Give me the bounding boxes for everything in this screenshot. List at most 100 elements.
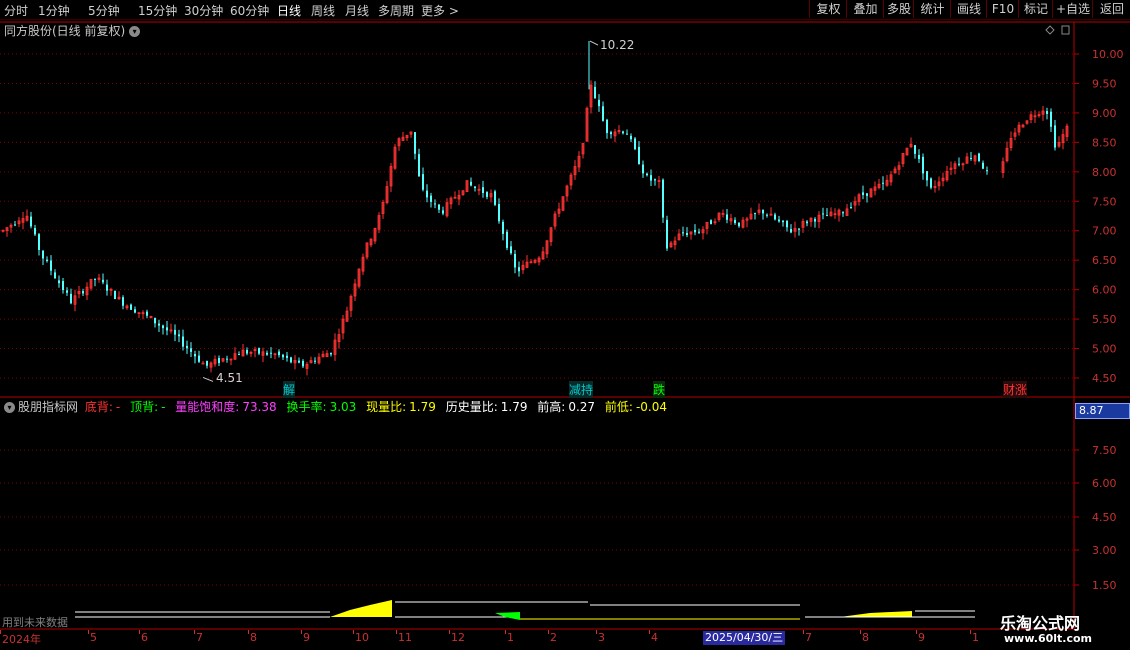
indicator-hist-volume-ratio: 历史量比: 1.79: [445, 400, 528, 414]
indicator-axis: 7.50 6.00 4.50 3.00 1.50: [1074, 444, 1117, 592]
period-tab-5min[interactable]: 5分钟: [88, 2, 120, 19]
candle-body: [814, 218, 816, 222]
price-tick-label: 8.50: [1092, 136, 1117, 149]
period-tab-multi[interactable]: 多周期: [378, 2, 414, 19]
period-tab-monthly[interactable]: 月线: [345, 2, 369, 19]
period-toolbar: 分时 1分钟 5分钟 15分钟 30分钟 60分钟 日线 周线 月线 多周期 更…: [0, 0, 1130, 20]
f10-button[interactable]: F10: [986, 0, 1019, 18]
candle-body: [94, 278, 96, 280]
date-axis-label: 9: [918, 631, 925, 644]
candle-body: [666, 219, 668, 249]
indicator-turnover-rate: 换手率: 3.03: [286, 400, 357, 414]
low-price-label: 4.51: [216, 371, 243, 385]
candle-body: [474, 186, 476, 189]
sub-tick-label: 3.00: [1092, 544, 1117, 557]
candle-body: [174, 329, 176, 335]
back-button[interactable]: 返回: [1092, 0, 1130, 18]
period-tab-30min[interactable]: 30分钟: [184, 2, 223, 19]
candle-body: [778, 219, 780, 222]
period-tab-60min[interactable]: 60分钟: [230, 2, 269, 19]
event-marker-reduce[interactable]: 减持: [569, 381, 594, 398]
candle-body: [314, 360, 316, 362]
candle-body: [630, 135, 632, 140]
candle-body: [926, 171, 928, 181]
candle-body: [930, 178, 932, 188]
candle-body: [422, 174, 424, 190]
current-price-box: 8.87: [1075, 403, 1130, 419]
period-tab-15min[interactable]: 15分钟: [138, 2, 177, 19]
candle-body: [190, 348, 192, 352]
scroll-icon: [1061, 25, 1070, 35]
add-favorite-button[interactable]: +自选: [1052, 0, 1093, 18]
candle-body: [58, 280, 60, 284]
indicator-name[interactable]: 股朋指标网: [18, 400, 78, 414]
date-axis: 2024年 5 6 7 8 9 10 11 12 1 2 3 4 7 8 9 1: [0, 630, 1075, 648]
candle-body: [194, 353, 196, 357]
candle-body: [114, 290, 116, 300]
date-axis-label: 11: [398, 631, 412, 644]
candle-body: [766, 214, 768, 216]
candle-body: [134, 309, 136, 313]
date-axis-tick: [916, 630, 917, 634]
candle-body: [662, 179, 664, 218]
period-tab-daily[interactable]: 日线: [277, 2, 301, 19]
indicator-info-bar: ▾ 股朋指标网 底背: - 顶背: - 量能饱和度: 73.38 换手率: 3.03 现量…: [4, 398, 673, 415]
restore-right-button[interactable]: 复权: [809, 0, 847, 18]
price-tick-label: 5.50: [1092, 313, 1117, 326]
candle-body: [686, 233, 688, 236]
candle-body: [982, 162, 984, 169]
period-tab-timeshare[interactable]: 分时: [4, 2, 28, 19]
candle-body: [106, 284, 108, 291]
candle-body: [414, 132, 416, 154]
candle-body: [246, 349, 248, 354]
candle-body: [178, 334, 180, 337]
candle-body: [30, 216, 32, 227]
candle-body: [162, 325, 164, 329]
mark-button[interactable]: 标记: [1018, 0, 1053, 18]
multi-stock-button[interactable]: 多股: [883, 0, 914, 18]
indicator-yellow-bar: [330, 600, 392, 617]
event-marker-finance[interactable]: 财涨: [1003, 381, 1028, 398]
candle-body: [166, 327, 168, 331]
period-tab-more[interactable]: 更多 >: [421, 2, 459, 19]
candle-body: [290, 357, 292, 363]
price-tick-label: 6.00: [1092, 284, 1117, 297]
overlay-button[interactable]: 叠加: [846, 0, 884, 18]
candle-body: [710, 220, 712, 225]
candle-body: [54, 272, 56, 279]
date-axis-label: 4: [651, 631, 658, 644]
candle-body: [158, 323, 160, 326]
candle-body: [774, 214, 776, 220]
price-tick-label: 5.00: [1092, 343, 1117, 356]
candle-body: [102, 279, 104, 283]
candle-body: [502, 221, 504, 234]
high-arrow-icon: [589, 40, 599, 46]
candle-body: [514, 253, 516, 268]
candle-body: [278, 351, 280, 356]
candle-body: [922, 156, 924, 174]
candle-body: [638, 146, 640, 165]
kline-chart[interactable]: 10.00 9.50 9.00 8.50 8.00 7.50 7.00 6.50 6.00 5.5…: [0, 20, 1130, 650]
chevron-down-icon[interactable]: ▾: [4, 402, 15, 413]
statistics-button[interactable]: 统计: [913, 0, 951, 18]
period-tab-1min[interactable]: 1分钟: [38, 2, 70, 19]
candle-body: [14, 224, 16, 226]
event-marker-unlock[interactable]: 解: [283, 381, 296, 398]
date-axis-label: 3: [598, 631, 605, 644]
candle-body: [182, 336, 184, 347]
date-axis-tick: [860, 630, 861, 634]
candle-body: [206, 360, 208, 366]
draw-line-button[interactable]: 画线: [950, 0, 987, 18]
date-axis-label: 6: [141, 631, 148, 644]
candle-body: [510, 246, 512, 254]
candle-body: [470, 181, 472, 186]
candle-body: [38, 234, 40, 250]
candle-body: [862, 192, 864, 195]
period-tab-weekly[interactable]: 周线: [311, 2, 335, 19]
candle-body: [426, 190, 428, 198]
candle-body: [430, 195, 432, 202]
price-tick-label: 10.00: [1092, 48, 1124, 61]
candle-body: [122, 297, 124, 306]
date-axis-tick: [0, 630, 1, 634]
event-marker-fall[interactable]: 跌: [653, 381, 666, 398]
